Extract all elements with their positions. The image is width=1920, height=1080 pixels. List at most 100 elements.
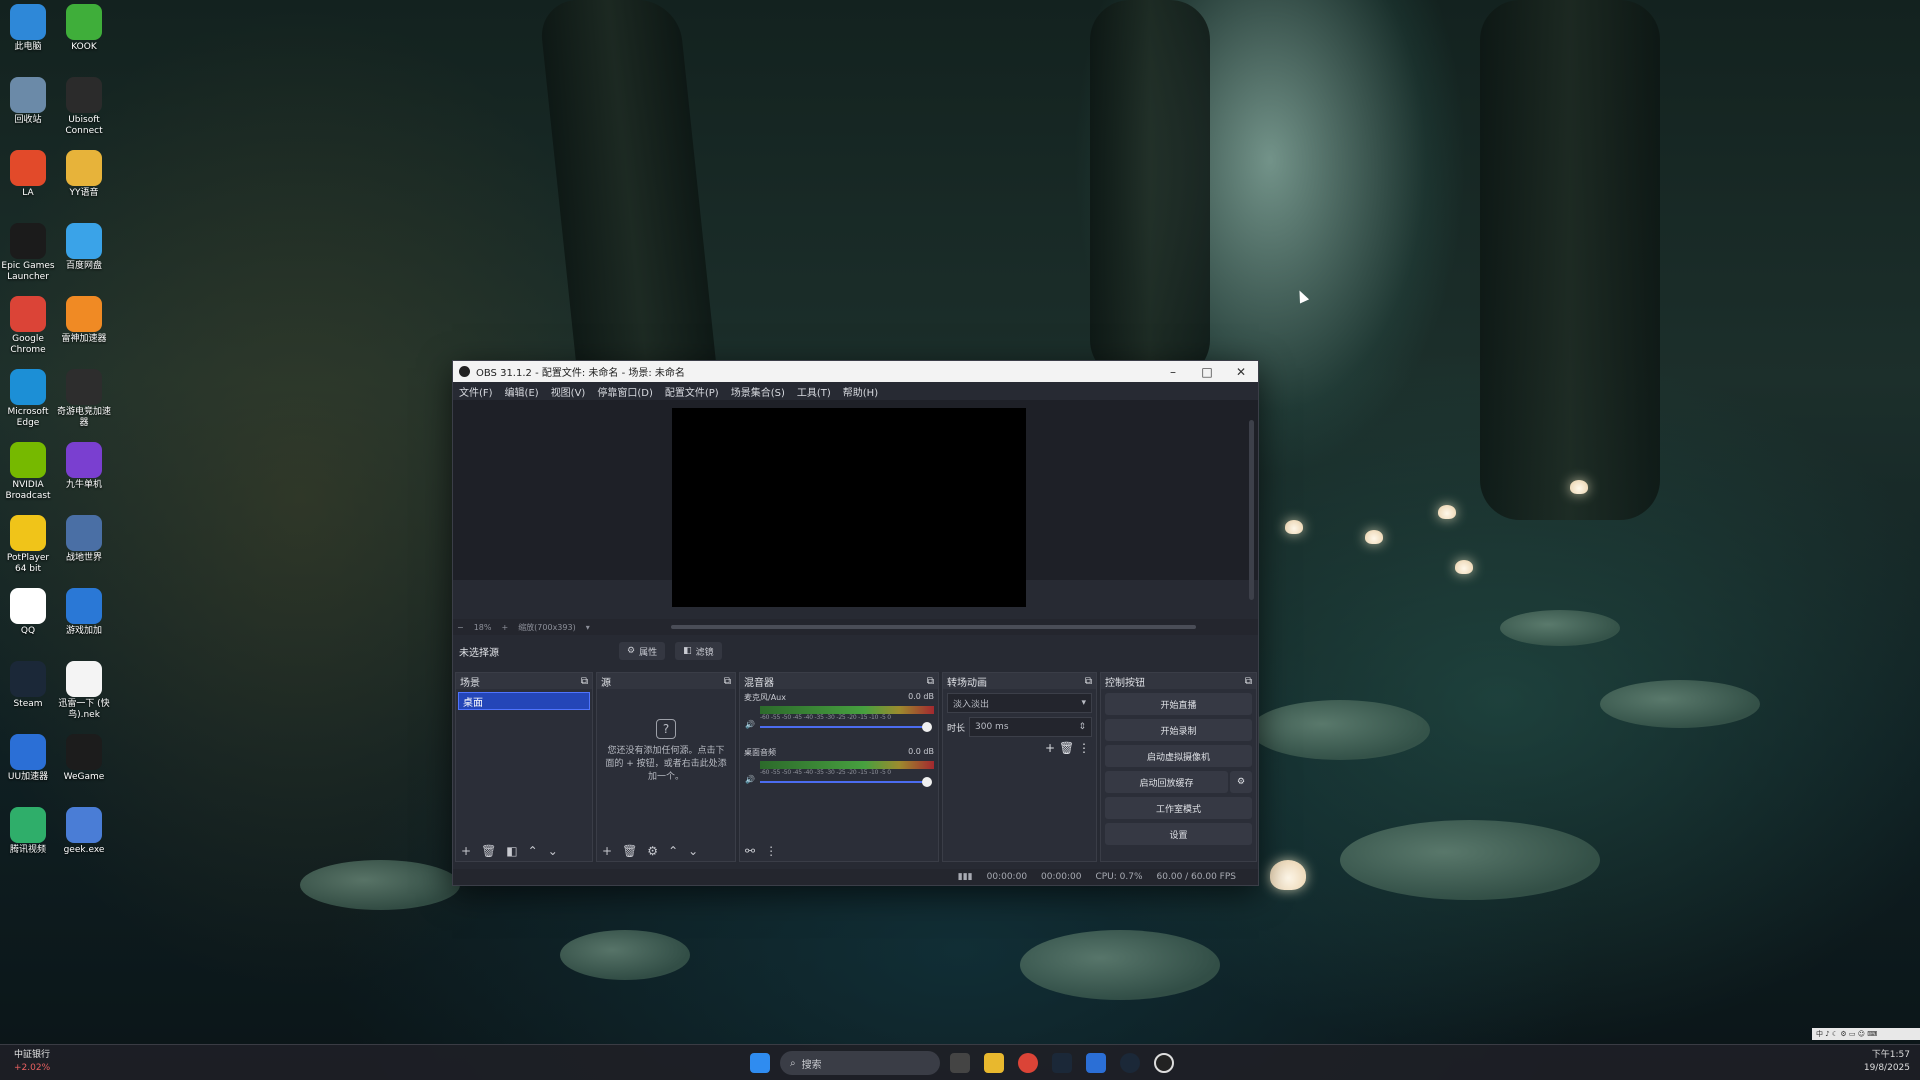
move-up-icon[interactable]: ⌃ (528, 844, 538, 858)
filter-icon[interactable]: ◧ (506, 844, 517, 858)
desktop-icon[interactable]: 雷神加速器 (56, 296, 112, 345)
horizontal-scrollbar[interactable] (671, 625, 1196, 629)
trash-icon[interactable]: 🗑 (481, 844, 496, 858)
more-icon[interactable]: ⋮ (1078, 741, 1090, 755)
desktop-icon[interactable]: 游戏加加 (56, 588, 112, 637)
start-streaming-button[interactable]: 开始直播 (1105, 693, 1252, 715)
menu-tools[interactable]: 工具(T) (797, 384, 831, 399)
speaker-icon[interactable]: 🔊 (745, 775, 755, 784)
maximize-icon[interactable]: □ (1190, 365, 1224, 379)
zoom-in-button[interactable]: + (501, 623, 508, 632)
move-up-icon[interactable]: ⌃ (668, 844, 678, 858)
desktop-icon[interactable]: Steam (0, 661, 56, 710)
desktop-icon[interactable]: 奇游电竞加速器 (56, 369, 112, 429)
cpu-usage: CPU: 0.7% (1095, 872, 1143, 882)
undock-icon[interactable]: ⧉ (1245, 676, 1252, 687)
add-icon[interactable]: + (602, 844, 612, 858)
properties-button[interactable]: ⚙ 属性 (619, 642, 666, 660)
obs-taskbar-icon[interactable] (1154, 1053, 1174, 1073)
steam-icon[interactable] (1052, 1053, 1072, 1073)
preview-canvas[interactable] (672, 408, 1026, 607)
link-icon[interactable]: ⚯ (745, 844, 755, 858)
menu-file[interactable]: 文件(F) (459, 384, 493, 399)
desktop-icon[interactable]: geek.exe (56, 807, 112, 856)
search-input[interactable]: ⌕ 搜索 (780, 1051, 940, 1075)
desktop-icon-label: Steam (13, 699, 43, 709)
desktop-icon[interactable]: KOOK (56, 4, 112, 53)
start-recording-button[interactable]: 开始录制 (1105, 719, 1252, 741)
zoom-fit-label[interactable]: 缩放(700x393) (518, 622, 576, 633)
desktop-icon[interactable]: Epic Games Launcher (0, 223, 56, 283)
more-icon[interactable]: ⋮ (765, 844, 777, 858)
desktop-icon[interactable]: 回收站 (0, 77, 56, 126)
desktop-icon[interactable]: YY语音 (56, 150, 112, 199)
menu-scene-collection[interactable]: 场景集合(S) (731, 384, 785, 399)
menu-view[interactable]: 视图(V) (551, 384, 586, 399)
add-icon[interactable]: + (1045, 741, 1055, 755)
duration-spinbox[interactable]: 300 ms ⇕ (969, 717, 1092, 737)
window-title: OBS 31.1.2 - 配置文件: 未命名 - 场景: 未命名 (476, 368, 685, 379)
start-icon[interactable] (750, 1053, 770, 1073)
desktop-icon[interactable]: 迅雷一下 (快鸟).nek (56, 661, 112, 721)
start-virtual-camera-button[interactable]: 启动虚拟摄像机 (1105, 745, 1252, 767)
channel-db: 0.0 dB (908, 692, 934, 701)
store-icon[interactable] (1086, 1053, 1106, 1073)
desktop-icon[interactable]: NVIDIA Broadcast (0, 442, 56, 502)
desktop-icon[interactable]: 腾讯视频 (0, 807, 56, 856)
taskbar: 中証银行 +2.02% ⌕ 搜索 下午1:57 19/8/2025 (0, 1044, 1920, 1080)
desktop-icon[interactable]: 此电脑 (0, 4, 56, 53)
move-down-icon[interactable]: ⌄ (548, 844, 558, 858)
volume-slider[interactable]: 🔊 (745, 775, 934, 788)
task-view-icon[interactable] (950, 1053, 970, 1073)
gear-icon[interactable]: ⚙ (1230, 771, 1252, 793)
desktop-icon[interactable]: 战地世界 (56, 515, 112, 564)
zoom-out-button[interactable]: − (457, 623, 464, 632)
desktop-icon[interactable]: QQ (0, 588, 56, 637)
desktop-icon[interactable]: UU加速器 (0, 734, 56, 783)
menu-docks[interactable]: 停靠窗口(D) (597, 384, 653, 399)
file-explorer-icon[interactable] (984, 1053, 1004, 1073)
studio-mode-button[interactable]: 工作室模式 (1105, 797, 1252, 819)
scene-item-desktop[interactable]: 桌面 (458, 692, 590, 710)
stock-widget[interactable]: 中証银行 +2.02% (14, 1049, 50, 1075)
trash-icon[interactable]: 🗑 (1059, 741, 1074, 755)
filters-button[interactable]: ◧ 滤镜 (675, 642, 722, 660)
chevron-down-icon[interactable]: ▾ (586, 623, 590, 632)
steam-app-icon[interactable] (1120, 1053, 1140, 1073)
move-down-icon[interactable]: ⌄ (688, 844, 698, 858)
undock-icon[interactable]: ⧉ (724, 676, 731, 687)
desktop-icon[interactable]: LA (0, 150, 56, 199)
desktop-icon[interactable]: PotPlayer 64 bit (0, 515, 56, 575)
start-replay-buffer-button[interactable]: 启动回放缓存 (1105, 771, 1228, 793)
desktop-icon[interactable]: Ubisoft Connect (56, 77, 112, 137)
transition-select[interactable]: 淡入淡出 ▾ (947, 693, 1092, 713)
menu-edit[interactable]: 编辑(E) (505, 384, 539, 399)
speaker-icon[interactable]: 🔊 (745, 720, 755, 729)
desktop-icon[interactable]: Google Chrome (0, 296, 56, 356)
desktop-icon[interactable]: WeGame (56, 734, 112, 783)
desktop-icon-label: Microsoft Edge (7, 407, 49, 428)
add-icon[interactable]: + (461, 844, 471, 858)
app-icon (66, 223, 102, 259)
minimize-icon[interactable]: – (1156, 365, 1190, 379)
obs-titlebar[interactable]: OBS 31.1.2 - 配置文件: 未命名 - 场景: 未命名 – □ ✕ (453, 361, 1258, 382)
chrome-icon[interactable] (1018, 1053, 1038, 1073)
sources-empty[interactable]: ? 您还没有添加任何源。点击下面的 + 按钮，或者右击此处添加一个。 (597, 689, 735, 784)
menu-profile[interactable]: 配置文件(P) (665, 384, 719, 399)
desktop-icon[interactable]: 百度网盘 (56, 223, 112, 272)
vertical-scrollbar[interactable] (1249, 420, 1254, 600)
system-tray[interactable]: 下午1:57 19/8/2025 (1864, 1049, 1910, 1075)
volume-slider[interactable]: 🔊 (745, 720, 934, 733)
ime-toolbar[interactable]: 中 ♪ ☾ ⚙ ▭ ☺ ⌨ (1812, 1028, 1920, 1040)
desktop-icon[interactable]: Microsoft Edge (0, 369, 56, 429)
desktop-icon[interactable]: 九牛单机 (56, 442, 112, 491)
desktop-icon-label: LA (22, 188, 34, 198)
undock-icon[interactable]: ⧉ (927, 676, 934, 687)
settings-button[interactable]: 设置 (1105, 823, 1252, 845)
undock-icon[interactable]: ⧉ (581, 676, 588, 687)
close-icon[interactable]: ✕ (1224, 365, 1258, 379)
trash-icon[interactable]: 🗑 (622, 844, 637, 858)
menu-help[interactable]: 帮助(H) (843, 384, 878, 399)
gear-icon[interactable]: ⚙ (647, 844, 658, 858)
undock-icon[interactable]: ⧉ (1085, 676, 1092, 687)
